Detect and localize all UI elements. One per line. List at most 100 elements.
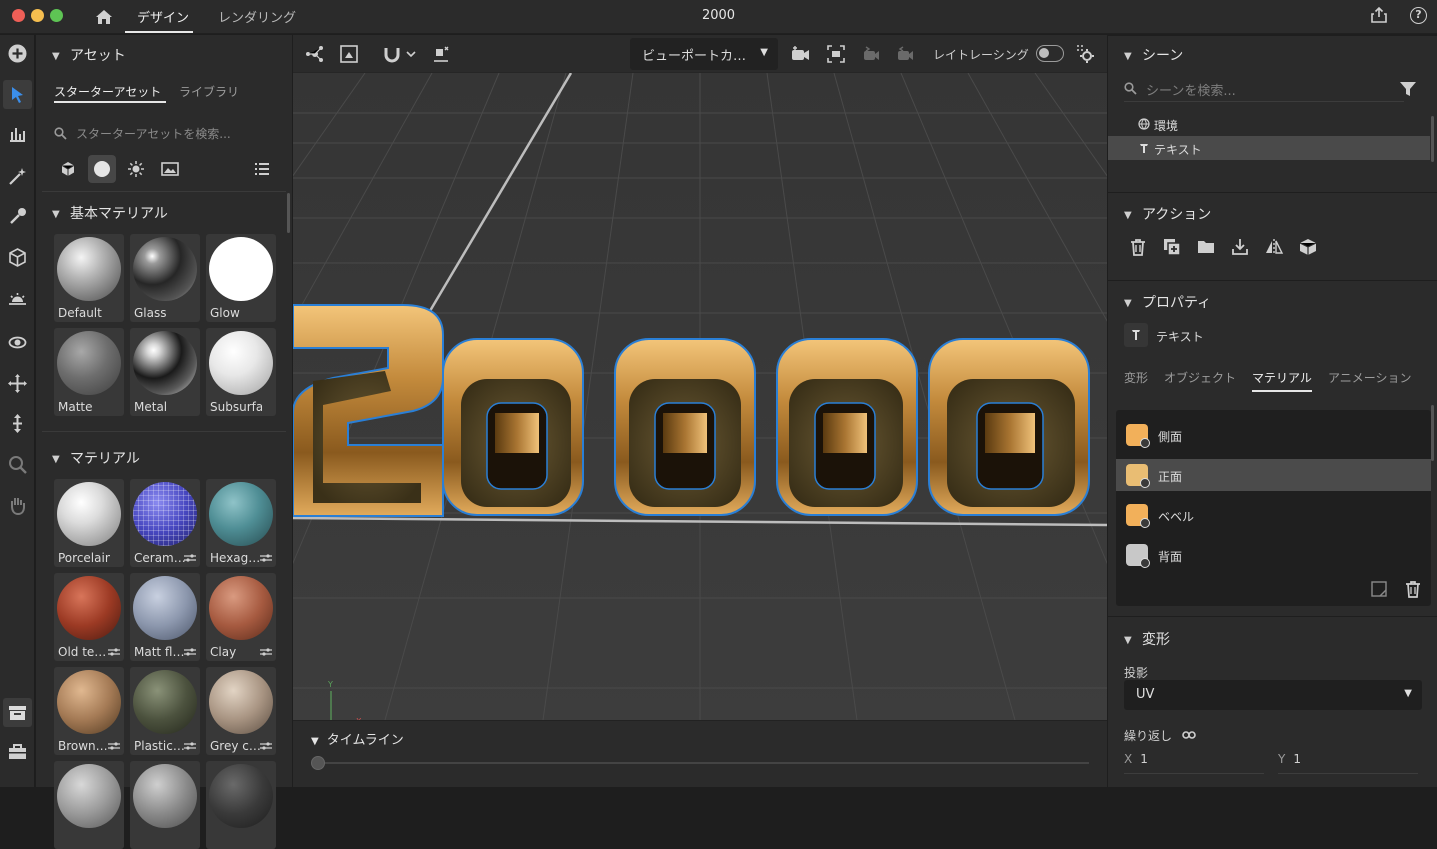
- adjust-icon[interactable]: [108, 647, 120, 657]
- chevron-down-icon[interactable]: [405, 44, 417, 64]
- adjust-icon[interactable]: [260, 553, 272, 563]
- tab-animation[interactable]: アニメーション: [1328, 369, 1412, 386]
- glyph-0[interactable]: [614, 338, 756, 516]
- raytrace-toggle[interactable]: [1036, 45, 1064, 62]
- delete-icon[interactable]: [1404, 580, 1422, 598]
- drop-to-ground-icon[interactable]: [431, 44, 451, 64]
- scene-scrollbar[interactable]: [1431, 116, 1434, 162]
- adjust-icon[interactable]: [184, 741, 196, 751]
- duplicate-icon[interactable]: [1162, 237, 1182, 257]
- materials-header[interactable]: ▼ マテリアル: [52, 448, 140, 468]
- tab-transform[interactable]: 変形: [1124, 369, 1148, 386]
- mirror-icon[interactable]: [1264, 237, 1284, 257]
- tab-render[interactable]: レンダリング: [218, 7, 296, 26]
- timeline-header[interactable]: ▼ タイムライン: [311, 729, 404, 748]
- assets-header[interactable]: ▼ アセット: [52, 45, 126, 65]
- camera-bookmark-icon[interactable]: [790, 44, 810, 64]
- tab-library[interactable]: ライブラリ: [179, 83, 239, 100]
- viewport[interactable]: ビューポートカ… ▼ レイトレーシング Y: [293, 35, 1107, 720]
- adjust-icon[interactable]: [108, 741, 120, 751]
- graph-icon[interactable]: [7, 123, 28, 144]
- add-icon[interactable]: [7, 43, 28, 64]
- horizon-icon[interactable]: [7, 290, 28, 311]
- dolly-icon[interactable]: [7, 413, 28, 434]
- eyedropper-icon[interactable]: [7, 206, 28, 227]
- hand-icon[interactable]: [7, 495, 28, 516]
- material-tile-ceramic[interactable]: Ceram…: [130, 479, 200, 567]
- material-tile-clay[interactable]: Clay: [206, 573, 276, 661]
- tab-material[interactable]: マテリアル: [1252, 369, 1312, 386]
- material-tile-matt-floor[interactable]: Matt fl…: [130, 573, 200, 661]
- delete-icon[interactable]: [1128, 237, 1148, 257]
- frame-selection-icon[interactable]: [339, 44, 359, 64]
- share-icon[interactable]: [1370, 6, 1388, 24]
- assets-scrollbar[interactable]: [287, 193, 290, 233]
- close-window-button[interactable]: [12, 9, 25, 22]
- properties-scrollbar[interactable]: [1431, 405, 1434, 461]
- material-tile-default[interactable]: Default: [54, 234, 124, 322]
- camera-redo-icon[interactable]: [894, 44, 914, 64]
- material-slot-bevel[interactable]: ベベル: [1116, 499, 1431, 531]
- timeline-track[interactable]: [311, 762, 1089, 764]
- tab-object[interactable]: オブジェクト: [1164, 369, 1236, 386]
- properties-header[interactable]: ▼ プロパティ: [1124, 292, 1211, 312]
- material-tile-hexagon[interactable]: Hexag…: [206, 479, 276, 567]
- glyph-0[interactable]: [442, 338, 584, 516]
- adjust-icon[interactable]: [260, 741, 272, 751]
- material-tile-old-terracotta[interactable]: Old te…: [54, 573, 124, 661]
- render-settings-icon[interactable]: [1075, 44, 1095, 64]
- models-filter-icon[interactable]: [54, 155, 82, 183]
- camera-dropdown[interactable]: ビューポートカ… ▼: [630, 38, 778, 70]
- scene-item-text[interactable]: テキスト: [1108, 136, 1430, 160]
- material-tile-plastic[interactable]: Plastic…: [130, 667, 200, 755]
- material-tile-metal[interactable]: Metal: [130, 328, 200, 416]
- material-tile-glow[interactable]: Glow: [206, 234, 276, 322]
- material-slot-back[interactable]: 背面: [1116, 539, 1431, 571]
- select-icon[interactable]: [3, 80, 32, 109]
- scene-header[interactable]: ▼ シーン: [1124, 45, 1183, 65]
- material-tile-partial[interactable]: [130, 761, 200, 849]
- material-slot-side[interactable]: 側面: [1116, 419, 1431, 451]
- images-filter-icon[interactable]: [156, 155, 184, 183]
- 3d-scene-canvas[interactable]: Y X: [293, 73, 1107, 720]
- projection-select[interactable]: UV ▼: [1124, 680, 1422, 710]
- adjust-icon[interactable]: [184, 647, 196, 657]
- tab-starter-assets[interactable]: スターターアセット: [54, 83, 161, 100]
- scene-graph-icon[interactable]: [305, 44, 325, 64]
- orbit-icon[interactable]: [7, 332, 28, 353]
- material-tile-matte[interactable]: Matte: [54, 328, 124, 416]
- timeline-playhead[interactable]: [311, 756, 325, 770]
- adjust-icon[interactable]: [260, 647, 272, 657]
- zoom-window-button[interactable]: [50, 9, 63, 22]
- scene-item-environment[interactable]: 環境: [1108, 112, 1430, 136]
- drop-to-ground-icon[interactable]: [1230, 237, 1250, 257]
- material-tile-partial[interactable]: [54, 761, 124, 849]
- link-icon[interactable]: [1182, 730, 1196, 740]
- material-tile-glass[interactable]: Glass: [130, 234, 200, 322]
- move-icon[interactable]: [7, 373, 28, 394]
- minimize-window-button[interactable]: [31, 9, 44, 22]
- zoom-icon[interactable]: [7, 454, 28, 475]
- folder-icon[interactable]: [1196, 237, 1216, 257]
- camera-frame-icon[interactable]: [826, 44, 846, 64]
- lights-filter-icon[interactable]: [122, 155, 150, 183]
- glyph-0[interactable]: [928, 338, 1090, 516]
- material-tile-partial[interactable]: [206, 761, 276, 849]
- magic-wand-icon[interactable]: [7, 166, 28, 187]
- material-save-icon[interactable]: [1370, 580, 1388, 598]
- repeat-x-field[interactable]: X1: [1124, 752, 1148, 766]
- transform-header[interactable]: ▼ 変形: [1124, 629, 1170, 649]
- materials-filter-icon[interactable]: [88, 155, 116, 183]
- glyph-0[interactable]: [776, 338, 918, 516]
- repeat-y-field[interactable]: Y1: [1278, 752, 1301, 766]
- tab-design[interactable]: デザイン: [137, 7, 189, 26]
- magnet-icon[interactable]: [382, 44, 402, 64]
- material-tile-brown[interactable]: Brown…: [54, 667, 124, 755]
- home-icon[interactable]: [94, 7, 114, 27]
- help-icon[interactable]: ?: [1410, 7, 1427, 24]
- box-icon[interactable]: [7, 247, 28, 268]
- material-tile-grey-concrete[interactable]: Grey c…: [206, 667, 276, 755]
- actions-header[interactable]: ▼ アクション: [1124, 204, 1211, 224]
- filter-icon[interactable]: [1399, 80, 1417, 98]
- archive-icon[interactable]: [3, 698, 32, 727]
